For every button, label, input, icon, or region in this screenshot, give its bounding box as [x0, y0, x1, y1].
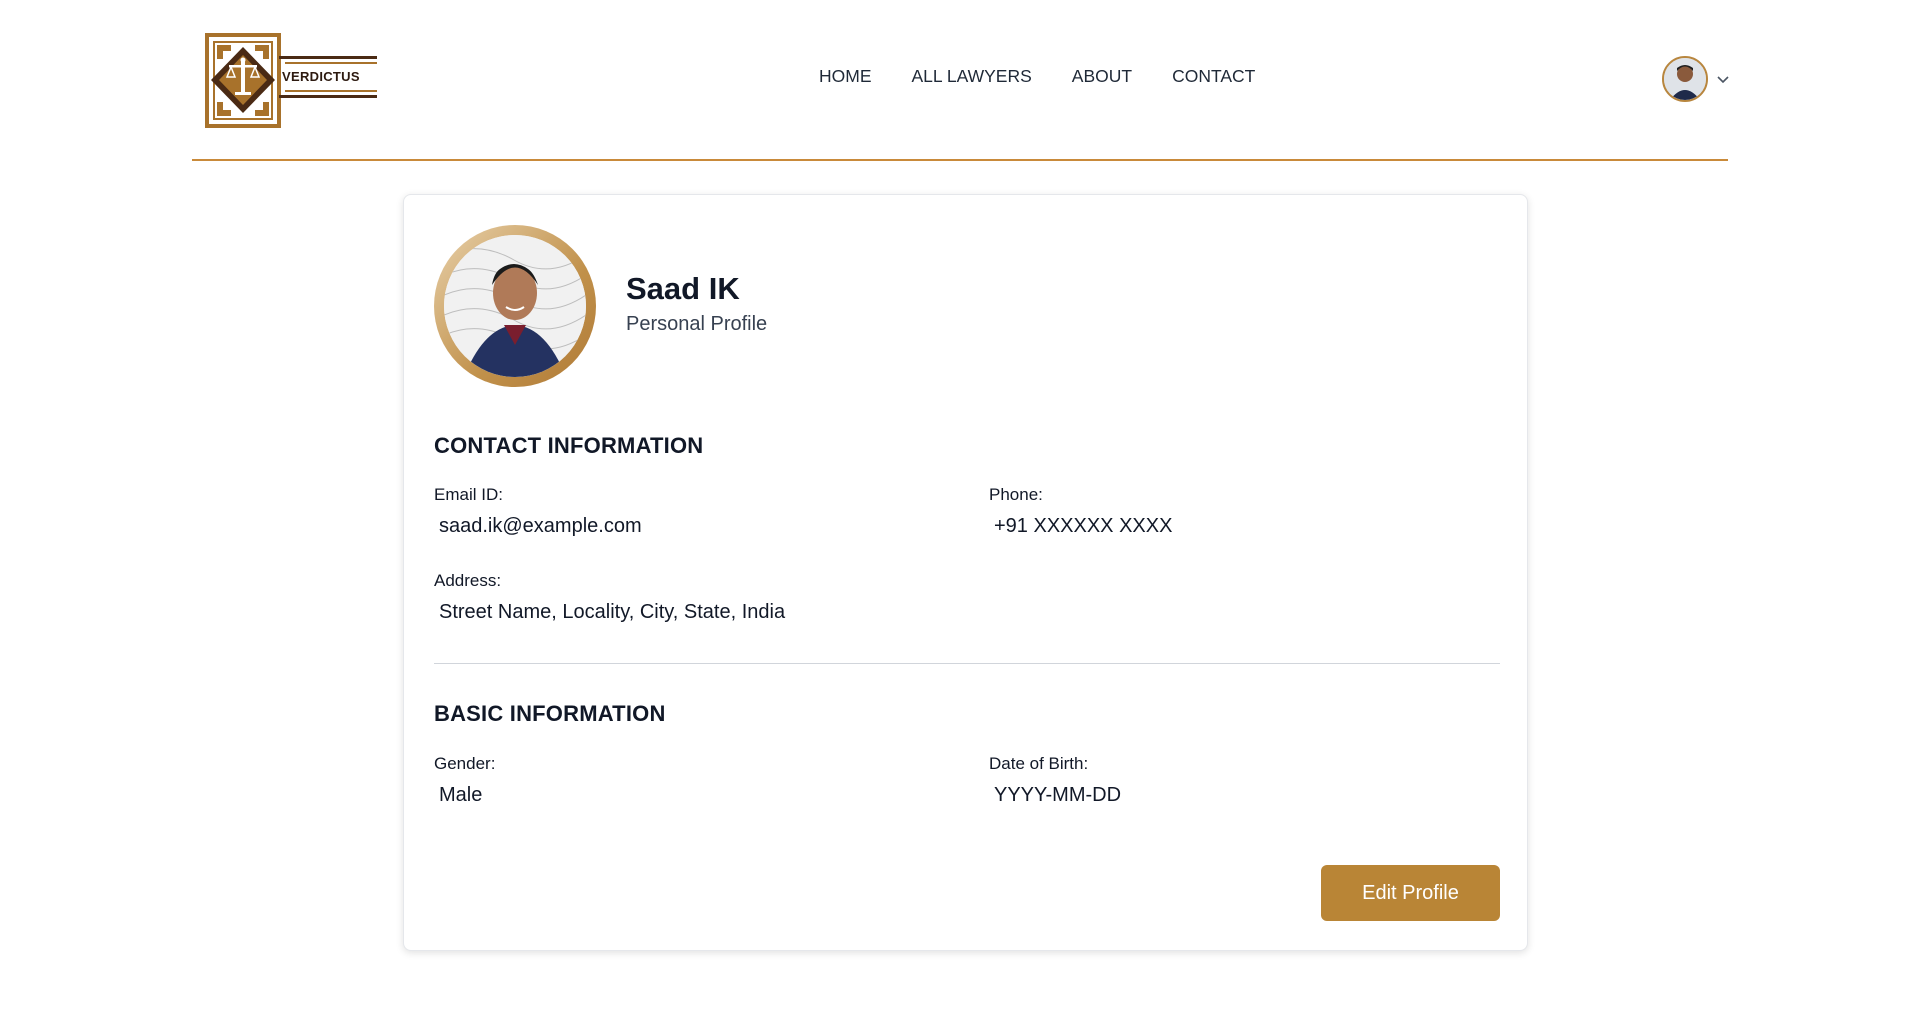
- site-header: VERDICTUS HOME ALL LAWYERS ABOUT CONTACT: [192, 0, 1730, 161]
- main-nav: HOME ALL LAWYERS ABOUT CONTACT: [819, 66, 1255, 87]
- phone-label: Phone:: [989, 485, 1043, 504]
- address-value: Street Name, Locality, City, State, Indi…: [439, 601, 786, 623]
- phone-value: +91 XXXXXX XXXX: [994, 515, 1173, 537]
- profile-subtitle: Personal Profile: [626, 313, 768, 335]
- dob-value: YYYY-MM-DD: [994, 784, 1122, 806]
- section-divider: [434, 663, 1500, 664]
- profile-avatar-icon: [444, 235, 586, 377]
- basic-section-title: BASIC INFORMATION: [434, 701, 666, 726]
- gender-label: Gender:: [434, 754, 496, 773]
- contact-section-title: CONTACT INFORMATION: [434, 433, 704, 458]
- nav-contact[interactable]: CONTACT: [1172, 66, 1255, 87]
- email-label: Email ID:: [434, 485, 503, 504]
- profile-name: Saad IK: [626, 271, 740, 306]
- address-label: Address:: [434, 571, 502, 590]
- nav-home[interactable]: HOME: [819, 66, 872, 87]
- user-avatar-icon: [1664, 58, 1706, 100]
- profile-photo-image: [444, 235, 586, 377]
- nav-about[interactable]: ABOUT: [1072, 66, 1132, 87]
- profile-photo: [434, 225, 596, 387]
- chevron-down-icon[interactable]: [1716, 72, 1730, 86]
- email-value: saad.ik@example.com: [439, 515, 642, 537]
- gender-value: Male: [439, 784, 483, 806]
- user-menu[interactable]: [1662, 56, 1730, 102]
- verdictus-logo[interactable]: VERDICTUS: [205, 33, 380, 128]
- profile-card: Saad IK Personal Profile CONTACT INFORMA…: [403, 194, 1528, 951]
- edit-profile-button[interactable]: Edit Profile: [1321, 865, 1500, 921]
- nav-all-lawyers[interactable]: ALL LAWYERS: [912, 66, 1032, 87]
- dob-label: Date of Birth:: [989, 754, 1089, 773]
- user-avatar[interactable]: [1662, 56, 1708, 102]
- brand-name: VERDICTUS: [282, 69, 360, 84]
